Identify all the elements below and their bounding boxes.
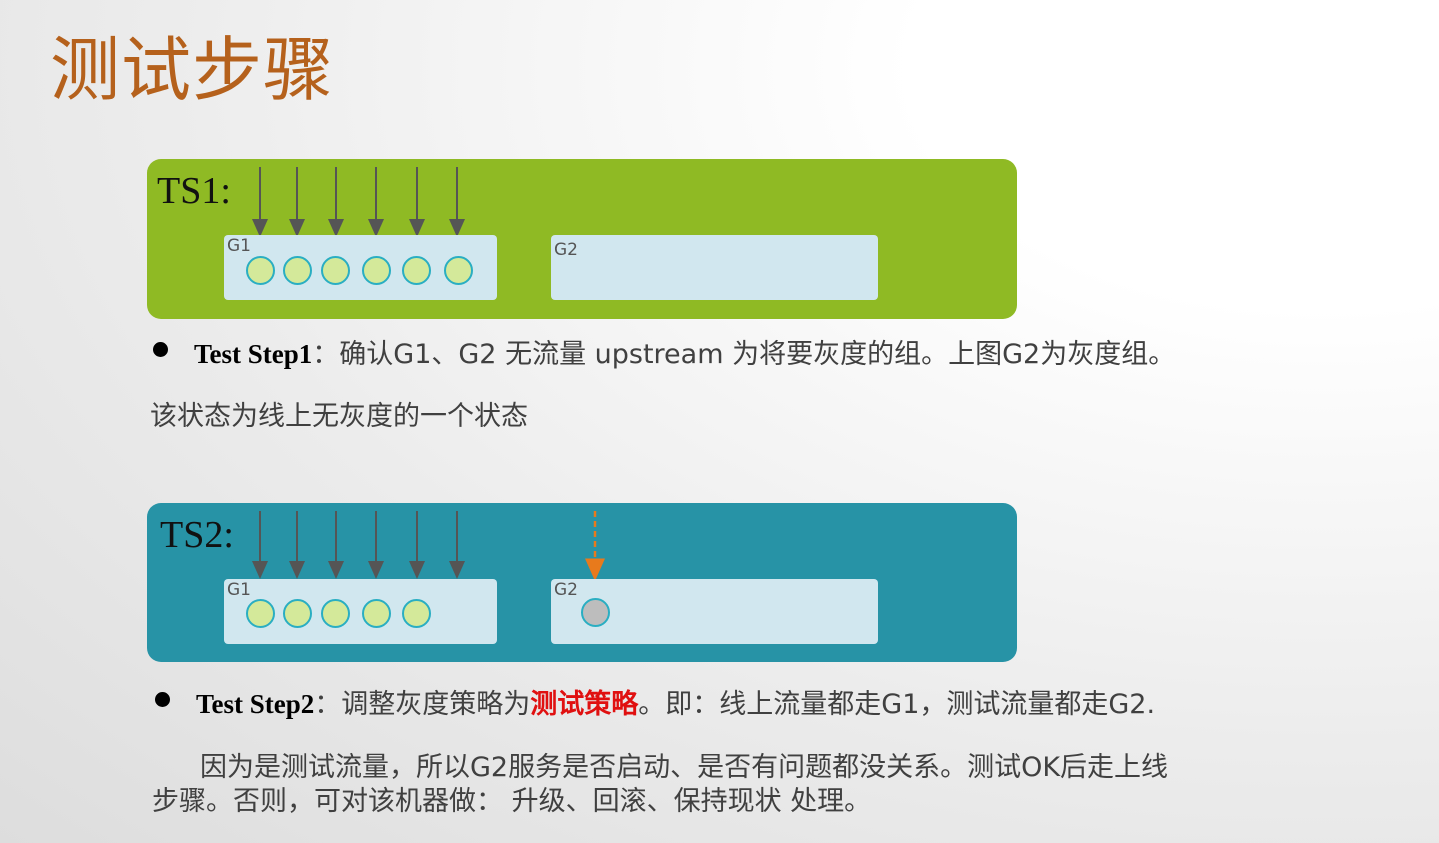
server-node [283,256,312,285]
ts1-group-g2: G2 [551,235,878,300]
server-node [362,256,391,285]
ts2-g1-label: G1 [227,580,251,600]
ts1-panel: TS1: G1 G2 [147,159,1017,319]
step1-line: Test Step1：确认G1、G2 无流量 upstream 为将要灰度的组。… [194,332,1175,371]
state-note: 该状态为线上无灰度的一个状态 [150,401,528,432]
server-node [246,599,275,628]
bullet-dot [155,692,170,707]
step2-highlight: 测试策略 [530,689,639,720]
page-title: 测试步骤 [50,29,334,111]
server-node [402,256,431,285]
server-node [321,599,350,628]
step2-name: Test Step2 [196,689,315,719]
para-line-1: 因为是测试流量，所以G2服务是否启动、是否有问题都没关系。测试OK后走上线 [200,752,1169,783]
ts2-group-g2: G2 [551,579,878,644]
ts1-g1-label: G1 [227,236,251,256]
server-node [402,599,431,628]
ts1-g2-label: G2 [554,240,578,260]
server-node [321,256,350,285]
test-server-node [581,598,610,627]
ts2-panel: TS2: G1 G2 [147,503,1017,662]
server-node [246,256,275,285]
step1-text: ：确认G1、G2 无流量 upstream 为将要灰度的组。上图G2为灰度组。 [312,339,1176,370]
para-line-2: 步骤。否则，可对该机器做： 升级、回滚、保持现状 处理。 [152,786,872,817]
step2-text-before: ：调整灰度策略为 [314,689,531,720]
server-node [362,599,391,628]
server-node [444,256,473,285]
ts2-g2-label: G2 [554,580,578,600]
ts1-group-g1: G1 [224,235,497,300]
step1-name: Test Step1 [194,339,313,369]
step2-line: Test Step2：调整灰度策略为测试策略。即：线上流量都走G1，测试流量都走… [196,682,1155,721]
server-node [283,599,312,628]
step2-text-after: 。即：线上流量都走G1，测试流量都走G2. [638,689,1156,720]
explanation-paragraph: 因为是测试流量，所以G2服务是否启动、是否有问题都没关系。测试OK后走上线 步骤… [152,751,1168,819]
ts2-group-g1: G1 [224,579,497,644]
bullet-dot [153,342,168,357]
